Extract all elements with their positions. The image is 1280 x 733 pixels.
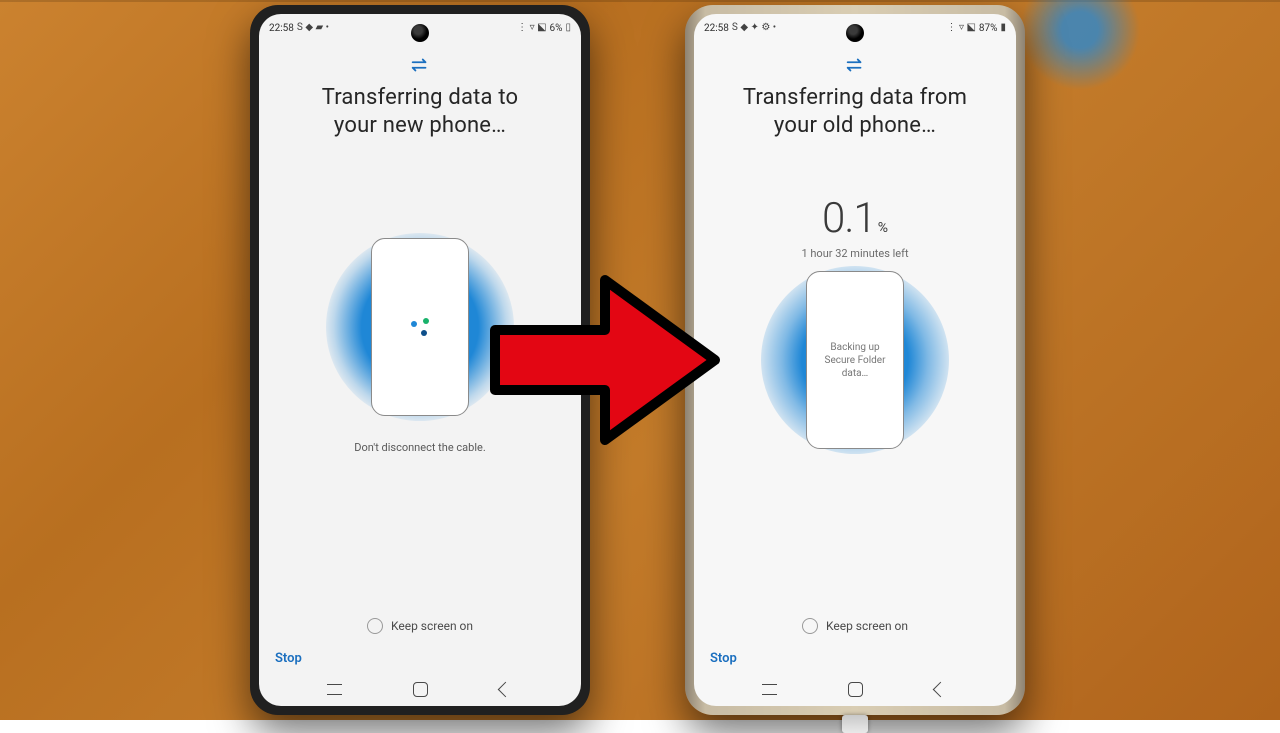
wood-background	[0, 0, 1280, 720]
status-battery-pct: 6%	[550, 23, 563, 34]
time-remaining: 1 hour 32 minutes left	[801, 247, 908, 260]
battery-icon: ▮	[1000, 23, 1006, 33]
stop-button[interactable]: Stop	[275, 651, 302, 666]
progress-block: 0.1% 1 hour 32 minutes left	[801, 194, 908, 260]
status-left-icons: S ◆ ✦ ⚙ •	[732, 23, 776, 33]
smart-switch-icon	[844, 54, 866, 76]
status-right-icons: ⋮ ▿ ⬕	[946, 23, 975, 33]
transfer-animation: Backing up Secure Folder data…	[761, 266, 949, 454]
checkbox-empty-icon	[802, 618, 818, 634]
nav-recent-button[interactable]	[325, 679, 345, 699]
nav-home-button[interactable]	[845, 679, 865, 699]
new-phone-frame: 22:58 S ◆ ✦ ⚙ • ⋮ ▿ ⬕ 87% ▮ Transferring…	[685, 5, 1025, 715]
dont-disconnect-text: Don't disconnect the cable.	[354, 441, 485, 454]
transfer-title: Transferring data from your old phone…	[743, 84, 967, 139]
nav-recent-button[interactable]	[760, 679, 780, 699]
smart-switch-icon	[409, 54, 431, 76]
keep-screen-on-label: Keep screen on	[391, 619, 473, 633]
progress-percent-value: 0.1	[822, 194, 876, 243]
checkbox-empty-icon	[367, 618, 383, 634]
status-time: 22:58	[704, 23, 729, 34]
progress-percent-unit: %	[878, 220, 888, 236]
transfer-dots-icon	[411, 318, 429, 336]
nav-bar	[259, 672, 581, 706]
status-battery-pct: 87%	[979, 23, 998, 34]
camera-cutout	[846, 24, 864, 42]
status-right-icons: ⋮ ▿ ⬕	[517, 23, 546, 33]
camera-cutout	[411, 24, 429, 42]
nav-bar	[694, 672, 1016, 706]
old-phone-frame: 22:58 S ◆ ▰ • ⋮ ▿ ⬕ 6% ▯ Transferring da…	[250, 5, 590, 715]
status-time: 22:58	[269, 23, 294, 34]
nav-back-button[interactable]	[496, 679, 516, 699]
backup-status-text: Backing up Secure Folder data…	[819, 341, 892, 380]
transfer-animation	[326, 233, 514, 421]
transfer-title: Transferring data to your new phone…	[322, 84, 519, 139]
old-phone-screen: 22:58 S ◆ ▰ • ⋮ ▿ ⬕ 6% ▯ Transferring da…	[259, 14, 581, 706]
keep-screen-on-label: Keep screen on	[826, 619, 908, 633]
keep-screen-on-toggle[interactable]: Keep screen on	[259, 618, 581, 634]
nav-home-button[interactable]	[410, 679, 430, 699]
nav-back-button[interactable]	[931, 679, 951, 699]
stop-button[interactable]: Stop	[710, 651, 737, 666]
keep-screen-on-toggle[interactable]: Keep screen on	[694, 618, 1016, 634]
phone-outline-graphic	[371, 238, 469, 416]
status-left-icons: S ◆ ▰ •	[297, 23, 329, 33]
battery-icon: ▯	[565, 23, 571, 33]
new-phone-screen: 22:58 S ◆ ✦ ⚙ • ⋮ ▿ ⬕ 87% ▮ Transferring…	[694, 14, 1016, 706]
phone-outline-graphic: Backing up Secure Folder data…	[806, 271, 904, 449]
